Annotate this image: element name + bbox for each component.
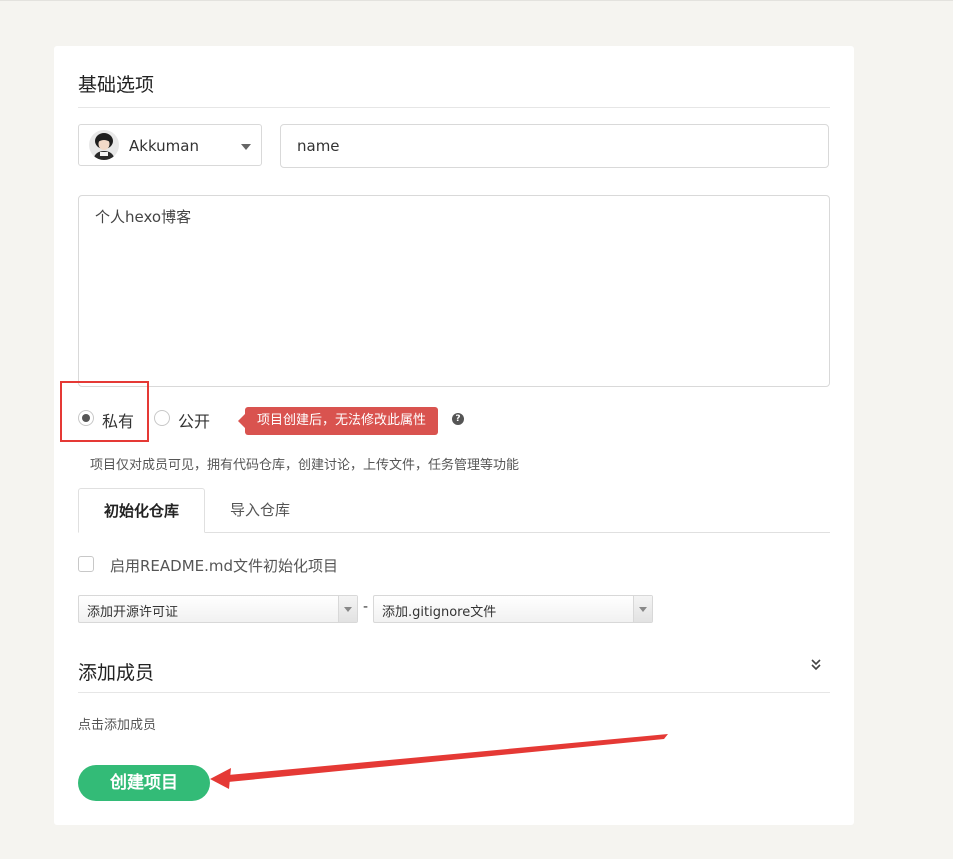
select-separator: - (363, 599, 369, 615)
tab-import-repo[interactable]: 导入仓库 (205, 488, 315, 532)
basic-section-title: 基础选项 (78, 74, 155, 96)
tab-init-repo[interactable]: 初始化仓库 (78, 488, 205, 533)
basic-section-divider (78, 107, 830, 108)
project-description-textarea[interactable]: 个人hexo博客 (78, 195, 830, 387)
create-project-button[interactable]: 创建项目 (78, 765, 210, 801)
avatar (89, 130, 119, 160)
project-name-input[interactable] (280, 124, 829, 168)
public-radio-label[interactable]: 公开 (178, 408, 210, 432)
readme-checkbox[interactable] (78, 556, 94, 572)
owner-select[interactable]: Akkuman (78, 124, 262, 166)
double-chevron-down-icon[interactable] (810, 658, 822, 672)
private-radio-label[interactable]: 私有 (102, 408, 134, 432)
visibility-tooltip: 项目创建后，无法修改此属性 (237, 407, 439, 435)
chevron-down-icon (241, 144, 251, 150)
add-members-link[interactable]: 点击添加成员 (78, 714, 156, 733)
members-section-divider (78, 692, 830, 693)
top-divider (0, 0, 953, 1)
chevron-down-icon (338, 596, 357, 622)
gitignore-select[interactable]: 添加.gitignore文件 (373, 595, 653, 623)
members-section-title: 添加成员 (78, 662, 155, 684)
create-project-form: 基础选项 Akkuman 个人hexo博客 私有 公开 项目创建后，无法修改此属… (54, 46, 854, 825)
readme-checkbox-label[interactable]: 启用README.md文件初始化项目 (110, 555, 338, 576)
private-radio[interactable] (78, 410, 94, 426)
chevron-down-icon (633, 596, 652, 622)
license-select-value: 添加开源许可证 (87, 605, 179, 620)
gitignore-select-value: 添加.gitignore文件 (382, 605, 497, 620)
owner-name: Akkuman (129, 137, 199, 155)
help-icon[interactable]: ? (452, 413, 464, 425)
visibility-hint: 项目仅对成员可见，拥有代码仓库，创建讨论，上传文件，任务管理等功能 (90, 458, 520, 473)
public-radio[interactable] (154, 410, 170, 426)
license-select[interactable]: 添加开源许可证 (78, 595, 358, 623)
